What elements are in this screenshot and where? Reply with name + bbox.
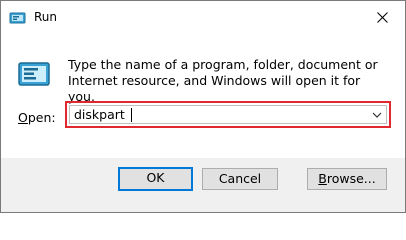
- browse-label: rowse...: [326, 171, 376, 186]
- ok-button[interactable]: OK: [118, 167, 193, 191]
- open-label-text: pen:: [27, 110, 56, 125]
- open-label-access-key: O: [18, 110, 28, 125]
- open-combobox[interactable]: diskpart: [69, 105, 387, 124]
- dialog-body: Type the name of a program, folder, docu…: [1, 33, 405, 158]
- window-title: Run: [34, 10, 58, 24]
- open-label: Open:: [18, 110, 56, 126]
- run-dialog: Run Type the name of a program, folder, …: [0, 0, 406, 213]
- title-bar: Run: [1, 1, 405, 33]
- browse-button[interactable]: Browse...: [307, 168, 387, 190]
- browse-access-key: B: [318, 171, 327, 186]
- run-icon: [9, 12, 26, 24]
- close-button[interactable]: [359, 1, 405, 33]
- open-input[interactable]: diskpart: [74, 107, 125, 123]
- close-icon: [376, 11, 388, 23]
- cancel-button[interactable]: Cancel: [202, 168, 278, 190]
- dialog-description: Type the name of a program, folder, docu…: [68, 57, 378, 104]
- run-icon: [18, 62, 50, 86]
- chevron-down-icon[interactable]: [371, 109, 383, 121]
- text-caret: [131, 108, 132, 122]
- button-bar: OK Cancel Browse...: [1, 158, 405, 212]
